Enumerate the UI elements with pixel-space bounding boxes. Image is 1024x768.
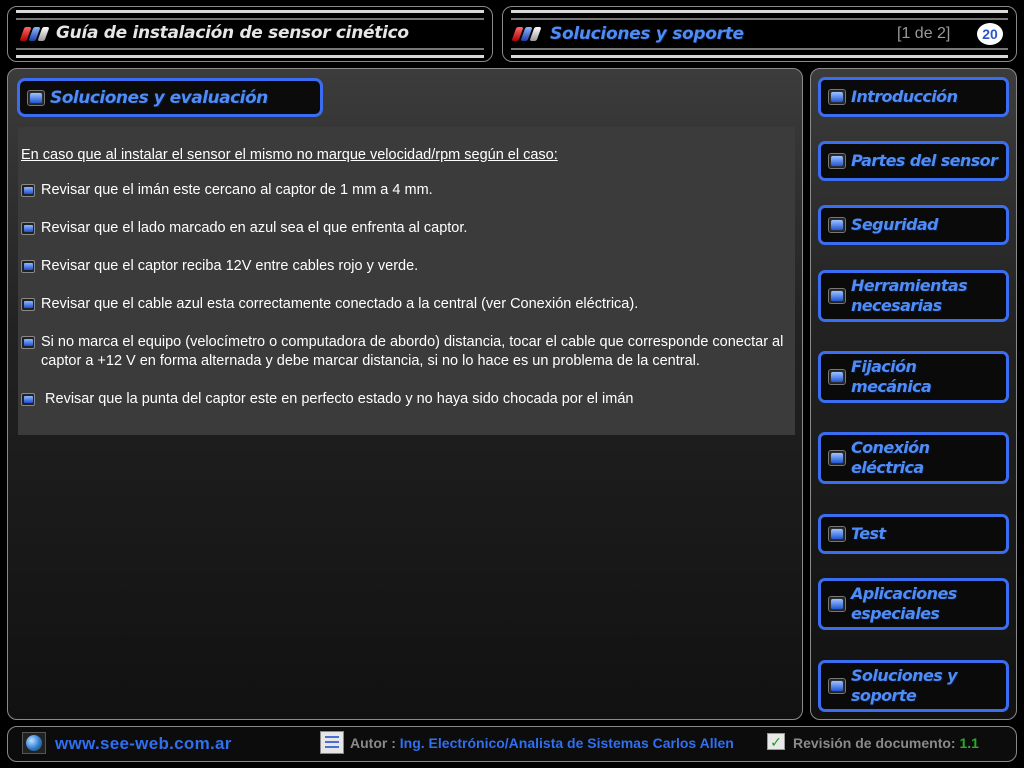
bullet-icon: [21, 260, 35, 273]
header-right-panel: Soluciones y soporte [1 de 2] 20: [502, 6, 1017, 62]
list-item: Revisar que el cable azul esta correctam…: [21, 295, 787, 314]
section-title: Soluciones y soporte: [550, 24, 744, 44]
author-label: Autor :: [350, 735, 396, 751]
sidebar-item-herramientas[interactable]: Herramientas necesarias: [818, 270, 1009, 322]
sidebar-item-partes-del-sensor[interactable]: Partes del sensor: [818, 141, 1009, 181]
author-name: Ing. Electrónico/Analista de Sistemas Ca…: [399, 735, 734, 751]
sidebar-item-conexion[interactable]: Conexión eléctrica: [818, 432, 1009, 484]
nav-button-icon: [828, 217, 846, 233]
intro-text: En caso que al instalar el sensor el mis…: [21, 147, 558, 163]
sidebar-item-label: Introducción: [851, 87, 958, 106]
bullet-icon: [21, 298, 35, 311]
bullet-button-icon: [27, 89, 45, 106]
revision-info: Revisión de documento: 1.1: [793, 735, 979, 751]
author-info: Autor : Ing. Electrónico/Analista de Sis…: [350, 735, 734, 751]
list-item: Si no marca el equipo (velocímetro o com…: [21, 333, 787, 371]
revision-value: 1.1: [959, 735, 979, 751]
document-icon: [320, 731, 344, 754]
page-number-badge: 20: [977, 23, 1003, 45]
header-stripe-bottom: [511, 48, 1008, 58]
list-item-text: Revisar que el cable azul esta correctam…: [41, 296, 639, 312]
nav-button-icon: [828, 678, 846, 694]
website-link[interactable]: www.see-web.com.ar: [55, 734, 232, 754]
checkmark-icon: ✓: [767, 733, 785, 750]
nav-button-icon: [828, 596, 846, 612]
content-box: En caso que al instalar el sensor el mis…: [18, 127, 795, 435]
sidebar-item-introduccion[interactable]: Introducción: [818, 77, 1009, 117]
list-item-text: Revisar que el captor reciba 12V entre c…: [41, 258, 419, 274]
sidebar-item-label: Soluciones y soporte: [851, 666, 958, 705]
sidebar-item-label: Fijación mecánica: [851, 357, 932, 396]
sidebar-item-soluciones[interactable]: Soluciones y soporte: [818, 660, 1009, 712]
sidebar-item-label: Test: [851, 524, 886, 543]
list-item-text: Revisar que el lado marcado en azul sea …: [41, 220, 468, 236]
brand-logo-icon: [511, 27, 542, 41]
nav-button-icon: [828, 526, 846, 542]
list-item: Revisar que la punta del captor este en …: [21, 390, 787, 409]
list-item-text: Revisar que la punta del captor este en …: [41, 391, 634, 407]
list-item: Revisar que el captor reciba 12V entre c…: [21, 257, 787, 276]
sidebar-item-label: Seguridad: [851, 215, 939, 234]
page-indicator: [1 de 2]: [897, 25, 951, 42]
nav-button-icon: [828, 89, 846, 105]
bullet-icon: [21, 222, 35, 235]
sidebar-item-label: Conexión eléctrica: [851, 438, 930, 477]
header-stripe-top: [511, 10, 1008, 20]
list-item-text: Revisar que el imán este cercano al capt…: [41, 182, 433, 198]
sidebar-item-seguridad[interactable]: Seguridad: [818, 205, 1009, 245]
globe-icon: [22, 732, 46, 754]
header-stripe-bottom: [16, 48, 484, 58]
nav-button-icon: [828, 153, 846, 169]
brand-logo-icon: [19, 27, 50, 41]
nav-button-icon: [828, 288, 846, 304]
nav-button-icon: [828, 450, 846, 466]
list-item: Revisar que el lado marcado en azul sea …: [21, 219, 787, 238]
sidebar-item-fijacion[interactable]: Fijación mecánica: [818, 351, 1009, 403]
nav-button-icon: [828, 369, 846, 385]
header-left-panel: Guía de instalación de sensor cinético: [7, 6, 493, 62]
list-item: Revisar que el imán este cercano al capt…: [21, 181, 787, 200]
bullet-icon: [21, 393, 35, 406]
revision-label: Revisión de documento:: [793, 735, 956, 751]
sidebar-item-label: Herramientas necesarias: [851, 276, 968, 315]
header-stripe-top: [16, 10, 484, 20]
sidebar-item-label: Aplicaciones especiales: [851, 584, 957, 623]
bullet-icon: [21, 336, 35, 349]
list-item-text: Si no marca el equipo (velocímetro o com…: [41, 334, 784, 369]
sidebar-item-test[interactable]: Test: [818, 514, 1009, 554]
sidebar-item-aplicaciones[interactable]: Aplicaciones especiales: [818, 578, 1009, 630]
section-heading: Soluciones y evaluación: [17, 78, 323, 117]
document-title: Guía de instalación de sensor cinético: [56, 23, 409, 43]
sidebar-item-label: Partes del sensor: [851, 151, 998, 170]
section-heading-text: Soluciones y evaluación: [50, 87, 268, 108]
bullet-icon: [21, 184, 35, 197]
